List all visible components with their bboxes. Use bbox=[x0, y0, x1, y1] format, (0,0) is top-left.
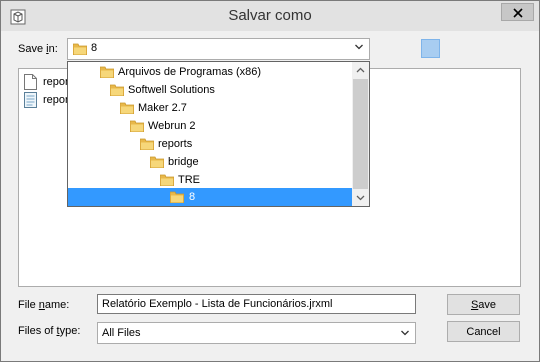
document-icon bbox=[24, 74, 37, 90]
scrollbar-thumb[interactable] bbox=[353, 79, 368, 189]
dropdown-item-label: Softwell Solutions bbox=[128, 84, 215, 96]
dropdown-item-label: TRE bbox=[178, 174, 200, 186]
cancel-button[interactable]: Cancel bbox=[447, 321, 520, 342]
file-name: repor bbox=[43, 76, 69, 88]
close-icon bbox=[513, 8, 523, 18]
dropdown-item[interactable]: TRE bbox=[68, 171, 352, 189]
dropdown-item[interactable]: Arquivos de Programas (x86) bbox=[68, 63, 352, 81]
chevron-down-icon bbox=[355, 44, 363, 50]
folder-icon bbox=[170, 191, 184, 203]
file-name-field[interactable]: Relatório Exemplo - Lista de Funcionário… bbox=[97, 294, 416, 314]
scroll-down-icon[interactable] bbox=[352, 189, 369, 206]
file-type-select[interactable]: All Files bbox=[97, 322, 416, 344]
folder-icon bbox=[73, 43, 87, 55]
dropdown-item-label: Webrun 2 bbox=[148, 120, 196, 132]
dropdown-item[interactable]: Softwell Solutions bbox=[68, 81, 352, 99]
dropdown-item-label: reports bbox=[158, 138, 193, 150]
folder-icon bbox=[100, 66, 114, 78]
dropdown-item[interactable]: reports bbox=[68, 135, 352, 153]
chevron-down-icon bbox=[401, 330, 409, 336]
cancel-button-label: Cancel bbox=[466, 326, 501, 338]
dropdown-item[interactable]: Webrun 2 bbox=[68, 117, 352, 135]
save-as-dialog: Salvar como Save in: 8 repor repor Arqui… bbox=[0, 0, 540, 362]
folder-icon bbox=[120, 102, 134, 114]
save-in-label: Save in: bbox=[18, 43, 58, 55]
file-type-label: Files of type: bbox=[18, 325, 81, 337]
report-file-icon bbox=[24, 92, 37, 108]
dropdown-item-label: bridge bbox=[168, 156, 199, 168]
dropdown-item[interactable]: Maker 2.7 bbox=[68, 99, 352, 117]
view-menu-button[interactable] bbox=[421, 39, 440, 58]
title-bar[interactable]: Salvar como bbox=[1, 1, 539, 31]
save-button[interactable]: Save bbox=[447, 294, 520, 315]
save-in-dropdown-list[interactable]: Arquivos de Programas (x86) Softwell Sol… bbox=[67, 61, 370, 207]
file-name-label: File name: bbox=[18, 299, 70, 311]
close-button[interactable] bbox=[501, 3, 534, 21]
dropdown-item-label: 8 bbox=[189, 191, 196, 203]
folder-icon bbox=[130, 120, 144, 132]
save-in-value: 8 bbox=[91, 42, 98, 54]
save-in-combo[interactable]: 8 bbox=[67, 38, 370, 60]
save-button-label: Save bbox=[470, 299, 497, 311]
folder-icon bbox=[150, 156, 164, 168]
dropdown-item-label: Arquivos de Programas (x86) bbox=[118, 66, 262, 78]
dropdown-scrollbar[interactable] bbox=[352, 62, 369, 206]
folder-icon bbox=[140, 138, 154, 150]
file-name-value: Relatório Exemplo - Lista de Funcionário… bbox=[102, 298, 333, 310]
folder-icon bbox=[110, 84, 124, 96]
dropdown-item[interactable]: bridge bbox=[68, 153, 352, 171]
dropdown-item-label: Maker 2.7 bbox=[138, 102, 187, 114]
dropdown-item-selected[interactable]: 8 bbox=[68, 188, 352, 206]
file-name: repor bbox=[43, 94, 69, 106]
window-title: Salvar como bbox=[228, 7, 312, 24]
folder-icon bbox=[160, 174, 174, 186]
scroll-up-icon[interactable] bbox=[352, 62, 369, 79]
file-type-value: All Files bbox=[102, 327, 141, 339]
